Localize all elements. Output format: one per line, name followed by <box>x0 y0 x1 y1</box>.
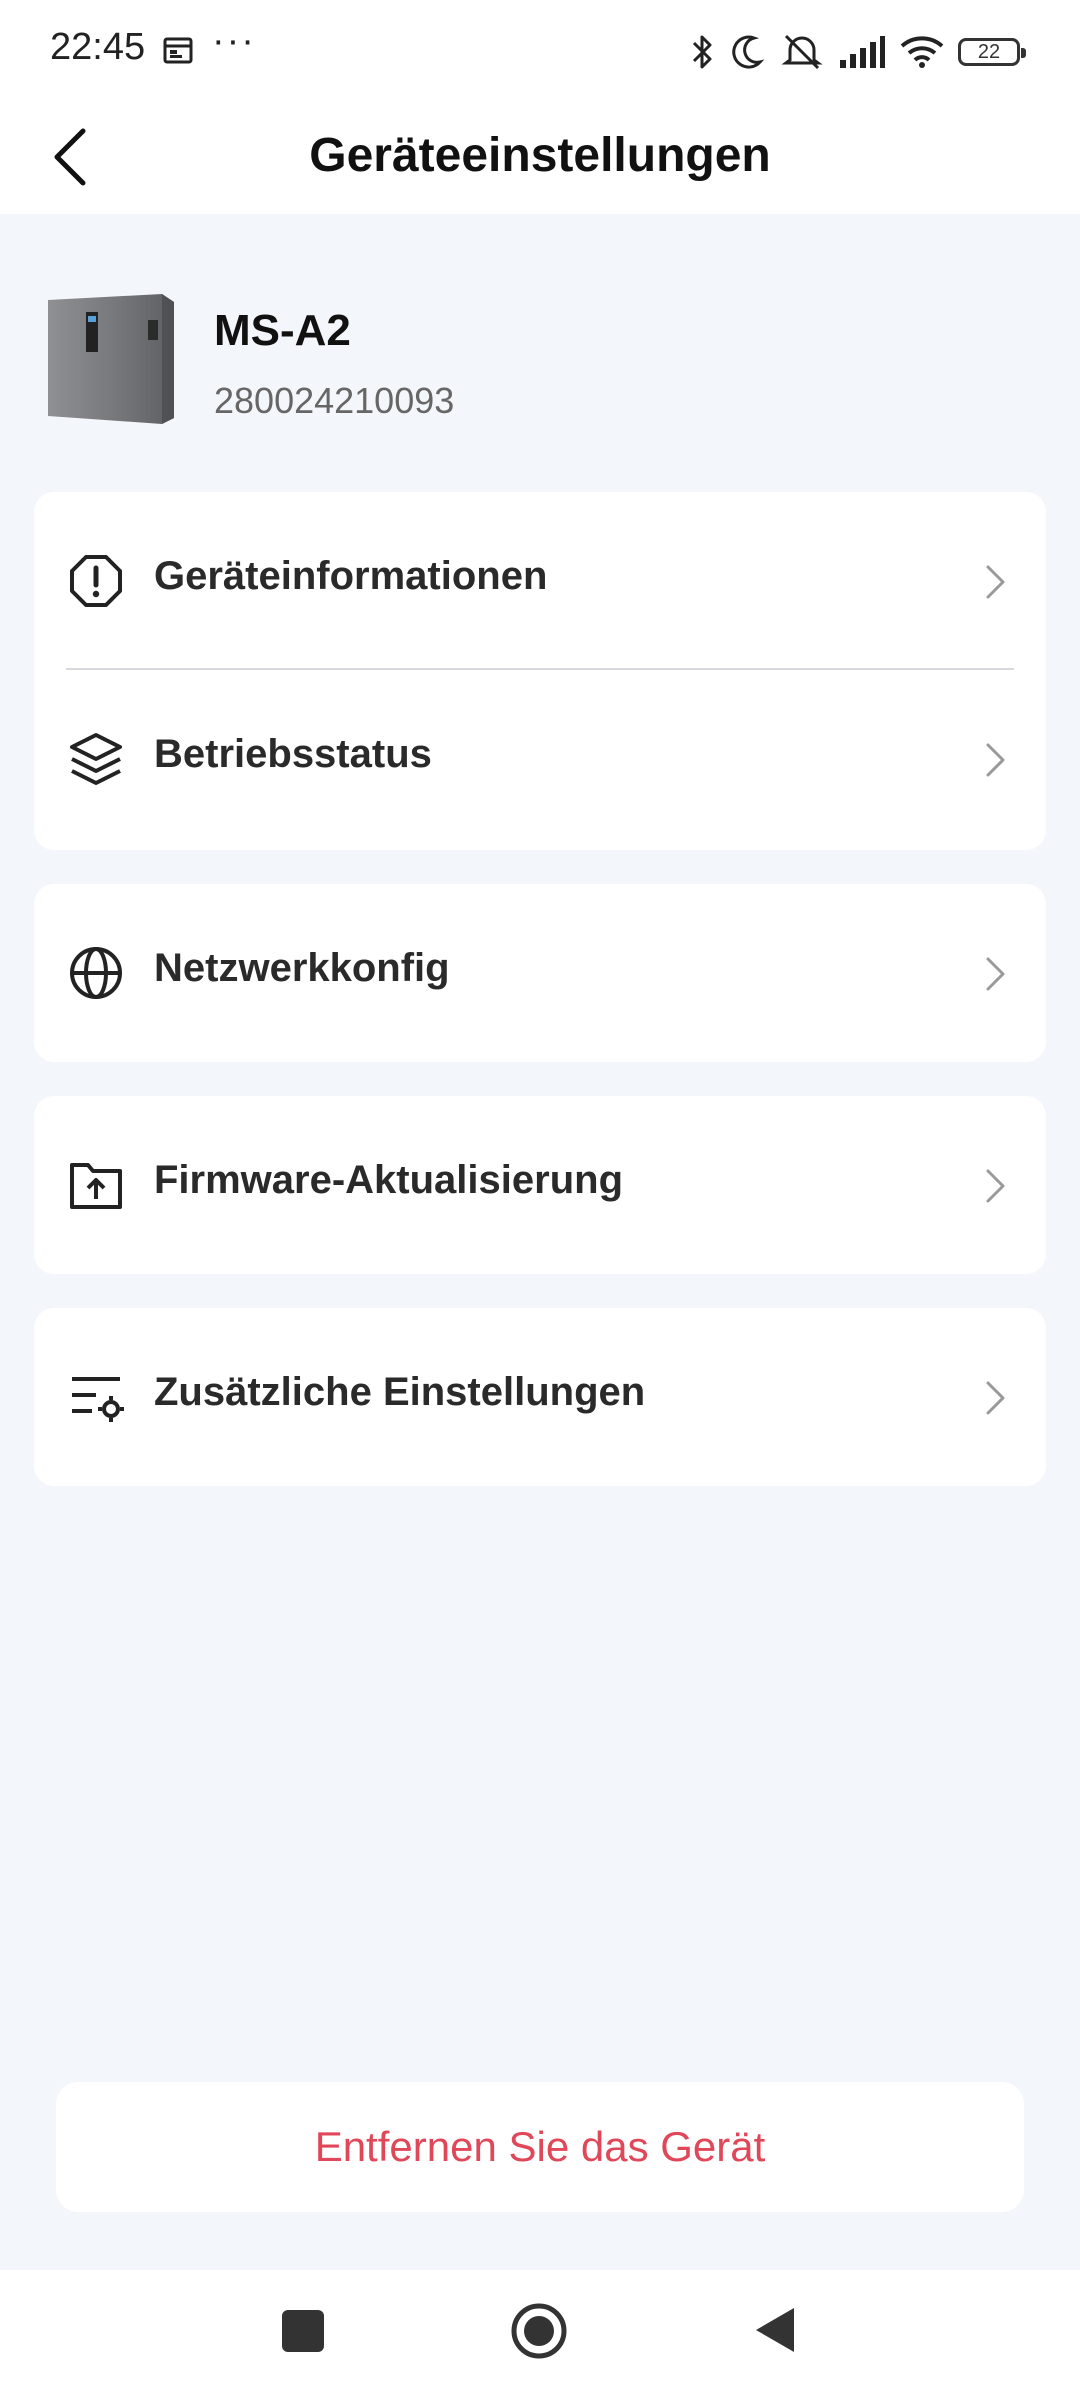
status-time: 22:45 <box>50 26 146 68</box>
chevron-right-icon <box>986 1381 1005 1415</box>
settings-card-network: Netzwerkkonfig <box>34 884 1046 1062</box>
remove-device-label: Entfernen Sie das Gerät <box>314 2123 766 2170</box>
calendar-icon <box>163 37 193 64</box>
remove-device-button[interactable]: Entfernen Sie das Gerät <box>56 2082 1024 2212</box>
page-title: Geräteeinstellungen <box>309 129 771 182</box>
chevron-right-icon <box>986 743 1005 777</box>
menu-item-device-info[interactable]: Geräteinformationen <box>34 492 1046 670</box>
info-octagon-icon <box>70 555 122 607</box>
globe-icon <box>70 947 122 999</box>
device-serial: 280024210093 <box>214 380 455 421</box>
menu-item-network-config[interactable]: Netzwerkkonfig <box>34 884 1046 1062</box>
layers-icon <box>70 733 122 785</box>
folder-upload-icon <box>70 1163 122 1209</box>
menu-item-label: Geräteinformationen <box>154 554 548 598</box>
menu-item-operating-status[interactable]: Betriebsstatus <box>34 670 1046 848</box>
app-header: Geräteeinstellungen <box>0 100 1080 214</box>
system-nav-bar <box>0 2270 1080 2400</box>
status-icons: 22 <box>690 28 1026 76</box>
chevron-right-icon <box>986 957 1005 991</box>
battery-icon: 22 <box>958 38 1026 66</box>
menu-item-label: Zusätzliche Einstellungen <box>154 1370 646 1414</box>
settings-card-general: Geräteinformationen Betriebsstatus <box>34 492 1046 850</box>
chevron-right-icon <box>986 1169 1005 1203</box>
mute-icon <box>781 34 823 70</box>
menu-item-label: Netzwerkkonfig <box>154 946 450 990</box>
signal-icon <box>840 36 885 68</box>
settings-list-icon <box>72 1377 124 1422</box>
menu-item-additional-settings[interactable]: Zusätzliche Einstellungen <box>34 1308 1046 1486</box>
settings-card-firmware: Firmware-Aktualisierung <box>34 1096 1046 1274</box>
device-summary: MS-A2 280024210093 <box>0 214 1080 494</box>
moon-icon <box>732 35 765 69</box>
battery-level: 22 <box>977 40 1001 63</box>
device-image <box>48 294 174 424</box>
menu-item-label: Betriebsstatus <box>154 732 432 776</box>
menu-item-firmware-update[interactable]: Firmware-Aktualisierung <box>34 1096 1046 1274</box>
wifi-icon <box>900 36 944 68</box>
settings-card-additional: Zusätzliche Einstellungen <box>34 1308 1046 1486</box>
status-more-icon: ··· <box>212 20 256 62</box>
back-nav-button[interactable] <box>752 2304 798 2356</box>
chevron-right-icon <box>986 565 1005 599</box>
status-bar: 22:45 ··· 22 <box>0 0 1080 100</box>
bluetooth-icon <box>692 35 712 69</box>
home-button[interactable] <box>510 2302 568 2360</box>
device-name: MS-A2 <box>214 306 351 355</box>
menu-item-label: Firmware-Aktualisierung <box>154 1158 624 1202</box>
recent-apps-button[interactable] <box>282 2310 324 2352</box>
